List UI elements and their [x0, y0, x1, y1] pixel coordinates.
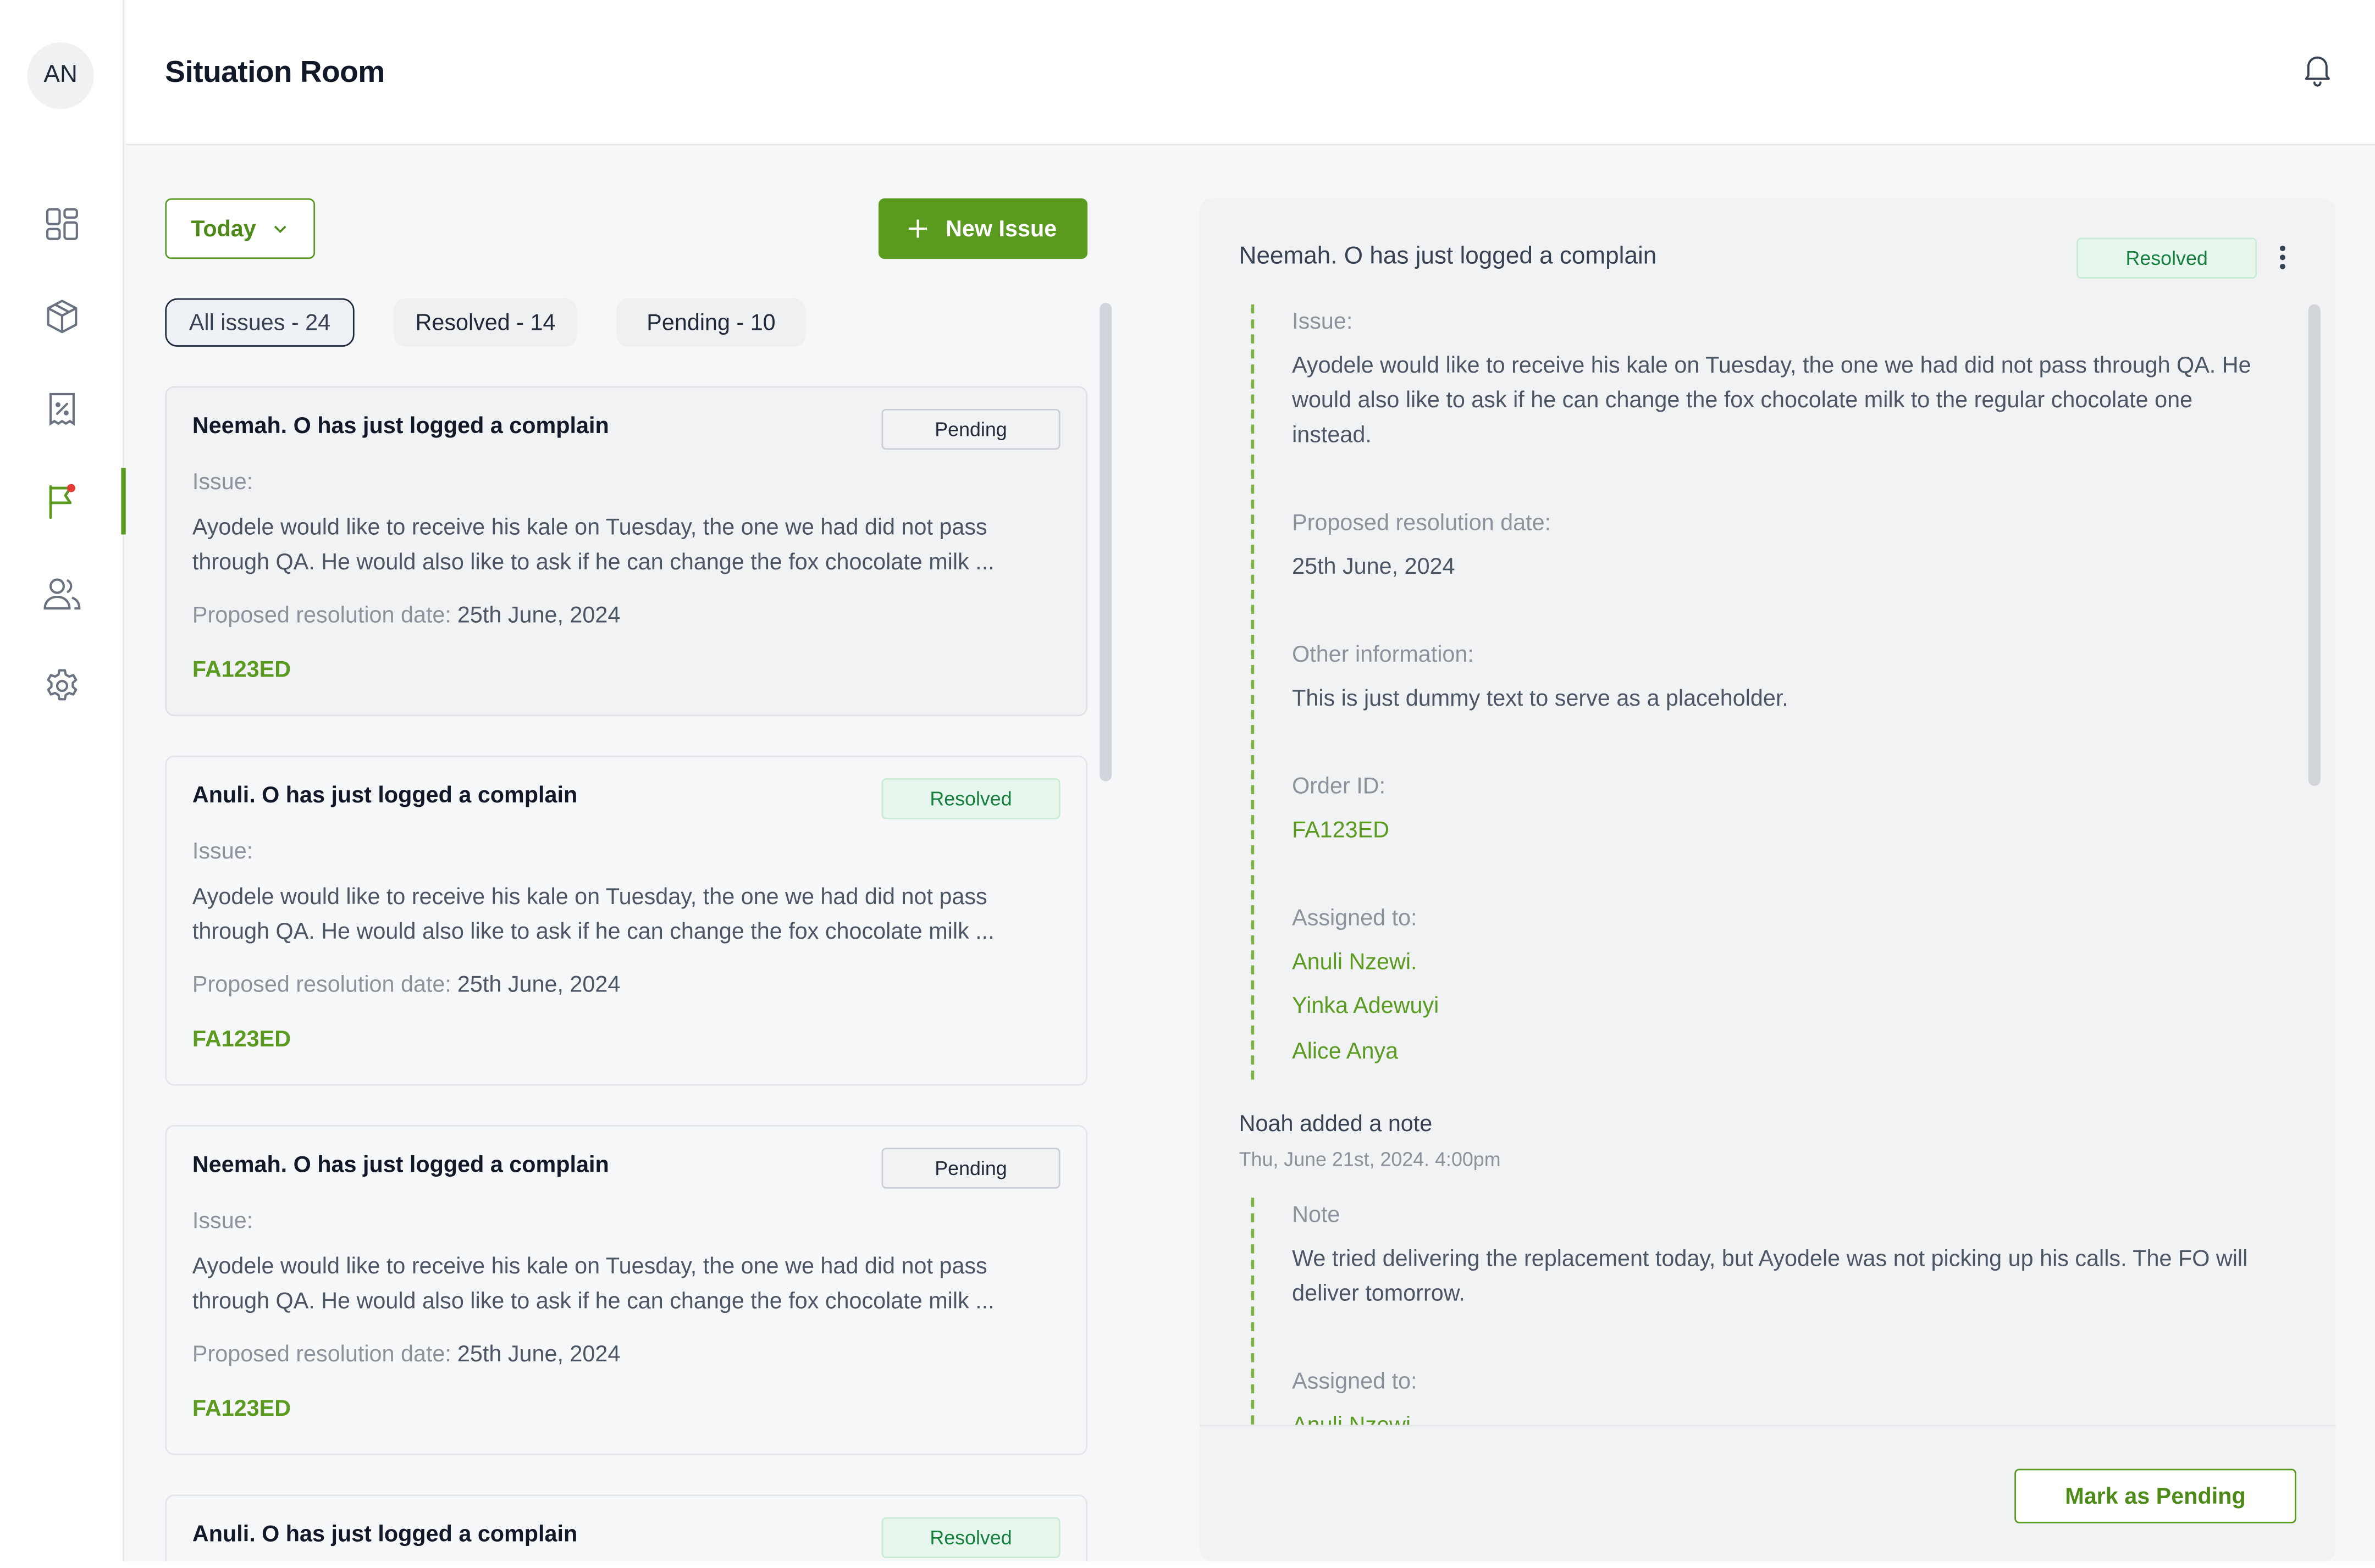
detail-scroll-thumb[interactable]	[2308, 304, 2321, 786]
resolution-date-label: Proposed resolution date:	[192, 972, 451, 998]
filter-all-issues[interactable]: All issues - 24	[165, 298, 355, 347]
issue-text: Ayodele would like to receive his kale o…	[192, 514, 995, 575]
resolution-date-label: Proposed resolution date:	[192, 1342, 451, 1367]
resolution-date-value: 25th June, 2024	[457, 972, 621, 998]
detail-footer: Mark as Pending	[1200, 1425, 2336, 1561]
sidebar-item-users[interactable]	[0, 560, 124, 627]
resolution-date: Proposed resolution date: 25th June, 2024	[192, 972, 620, 998]
issue-list-scrollbar[interactable]	[1100, 300, 1112, 1561]
sidebar-item-settings[interactable]	[0, 652, 124, 719]
resolution-date: Proposed resolution date: 25th June, 2024	[192, 1342, 620, 1367]
more-options-icon[interactable]	[2273, 241, 2291, 274]
date-filter-label: Today	[191, 215, 256, 242]
note-author: Noah added a note	[1239, 1111, 1433, 1138]
issue-card[interactable]: Anuli. O has just logged a complain Reso…	[165, 755, 1088, 1086]
issue-card-title: Neemah. O has just logged a complain	[192, 413, 609, 439]
detail-other-label: Other information:	[1292, 642, 1474, 668]
issue-card[interactable]: Neemah. O has just logged a complain Pen…	[165, 1125, 1088, 1455]
resolution-date-value: 25th June, 2024	[457, 1342, 621, 1367]
order-id-link[interactable]: FA123ED	[192, 657, 291, 683]
detail-scrollbar[interactable]	[2308, 301, 2321, 1376]
status-badge: Resolved	[881, 778, 1061, 819]
note-assigned-label: Assigned to:	[1292, 1368, 1417, 1395]
resolution-date-label: Proposed resolution date:	[192, 602, 451, 629]
detail-issue-label: Issue:	[1292, 309, 1353, 335]
sidebar-item-situation-room[interactable]	[0, 468, 126, 535]
active-indicator	[121, 468, 126, 535]
detail-title: Neemah. O has just logged a complain	[1239, 243, 1657, 270]
filter-resolved[interactable]: Resolved - 14	[394, 298, 577, 347]
page-title: Situation Room	[165, 56, 385, 90]
plus-icon	[909, 219, 927, 238]
users-icon	[43, 578, 81, 610]
issue-card-title: Anuli. O has just logged a complain	[192, 783, 578, 809]
sidebar-item-dashboard[interactable]	[0, 191, 124, 257]
resolution-date-value: 25th June, 2024	[457, 602, 621, 629]
detail-order-link[interactable]: FA123ED	[1292, 818, 1389, 844]
note-text: We tried delivering the replacement toda…	[1292, 1246, 2248, 1307]
package-icon	[47, 300, 78, 334]
detail-issue-text: Ayodele would like to receive his kale o…	[1292, 352, 2251, 448]
sidebar-item-discounts[interactable]	[0, 375, 124, 442]
issue-card[interactable]: Neemah. O has just logged a complain Pen…	[165, 386, 1088, 717]
issue-text: Ayodele would like to receive his kale o…	[192, 1254, 995, 1315]
assignee-link[interactable]: Yinka Adewuyi	[1292, 993, 1439, 1019]
flag-icon	[49, 484, 75, 519]
date-filter-dropdown[interactable]: Today	[165, 198, 316, 259]
issue-label: Issue:	[192, 839, 253, 865]
issue-label: Issue:	[192, 469, 253, 495]
detail-order-label: Order ID:	[1292, 773, 1386, 800]
issue-list-scroll-thumb[interactable]	[1100, 303, 1112, 782]
bell-icon[interactable]	[2299, 52, 2335, 88]
issue-detail-panel: Neemah. O has just logged a complain Res…	[1200, 198, 2336, 1561]
issue-card-title: Neemah. O has just logged a complain	[192, 1152, 609, 1178]
avatar[interactable]: AN	[27, 42, 94, 109]
status-badge: Pending	[881, 408, 1061, 450]
chevron-down-icon	[274, 225, 286, 234]
issue-card[interactable]: Anuli. O has just logged a complain Reso…	[165, 1494, 1088, 1561]
sidebar-item-products[interactable]	[0, 283, 124, 350]
settings-icon	[47, 669, 78, 701]
status-badge: Resolved	[881, 1517, 1061, 1558]
order-id-link[interactable]: FA123ED	[192, 1027, 291, 1052]
detail-date-label: Proposed resolution date:	[1292, 510, 1551, 536]
detail-status-badge: Resolved	[2076, 237, 2257, 279]
dashboard-icon	[46, 208, 78, 240]
mark-as-pending-button[interactable]: Mark as Pending	[2014, 1469, 2296, 1523]
filter-pending[interactable]: Pending - 10	[616, 298, 806, 347]
issue-label: Issue:	[192, 1208, 253, 1234]
note-label: Note	[1292, 1202, 1340, 1228]
detail-assigned-label: Assigned to:	[1292, 905, 1417, 932]
status-badge: Pending	[881, 1148, 1061, 1189]
detail-other-value: This is just dummy text to serve as a pl…	[1292, 686, 1788, 712]
order-id-link[interactable]: FA123ED	[192, 1396, 291, 1422]
assignee-link[interactable]: Alice Anya	[1292, 1039, 1398, 1065]
new-issue-label: New Issue	[946, 215, 1057, 242]
resolution-date: Proposed resolution date: 25th June, 2024	[192, 603, 620, 629]
note-timestamp: Thu, June 21st, 2024. 4:00pm	[1239, 1148, 1501, 1171]
issue-text: Ayodele would like to receive his kale o…	[192, 884, 995, 945]
discount-icon	[49, 392, 75, 426]
note-timeline-line	[1251, 1198, 1255, 1440]
assignee-link[interactable]: Anuli Nzewi.	[1292, 949, 1417, 975]
issue-card-title: Anuli. O has just logged a complain	[192, 1521, 578, 1548]
top-header: Situation Room	[125, 0, 2375, 146]
timeline-line	[1251, 304, 1255, 1080]
sidebar: AN	[0, 0, 126, 1561]
detail-date-value: 25th June, 2024	[1292, 554, 1455, 580]
new-issue-button[interactable]: New Issue	[878, 198, 1088, 259]
